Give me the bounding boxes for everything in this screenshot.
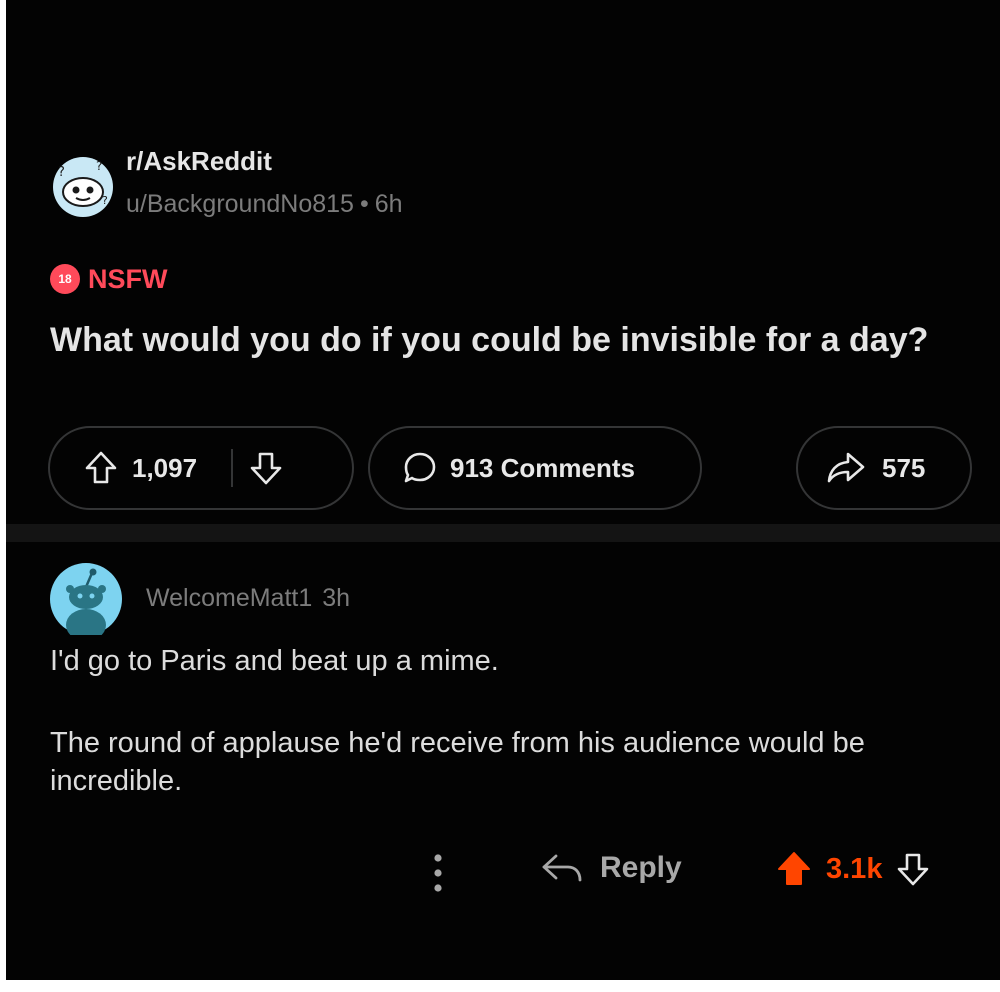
speech-bubble-icon [404,452,436,483]
comment-meta: WelcomeMatt1 3h [146,584,350,613]
snoo-avatar-icon[interactable] [50,563,122,635]
comment-author[interactable]: WelcomeMatt1 [146,584,312,612]
nsfw-tag: 18 NSFW [50,262,167,296]
arrow-down-outline-icon[interactable] [896,851,930,887]
nsfw-18-icon: 18 [50,264,80,294]
comment-body: I'd go to Paris and beat up a mime. The … [50,642,960,844]
post-author[interactable]: u/BackgroundNo815 [126,190,354,218]
svg-text:?: ? [102,194,108,207]
vote-divider [231,449,234,487]
comment-paragraph: I'd go to Paris and beat up a mime. [50,645,499,677]
comment-age: 3h [322,584,351,612]
meta-separator: • [359,190,369,218]
comment-score: 3.1k [826,852,883,885]
reply-label: Reply [600,851,682,884]
section-divider [6,524,1000,542]
vote-bar: 1,097 [48,426,354,510]
subreddit-name[interactable]: r/AskReddit [126,146,272,177]
svg-text:?: ? [58,165,65,180]
svg-text:?: ? [96,159,102,173]
askreddit-snoo-icon[interactable]: ? ? ? [52,156,114,218]
comments-button[interactable]: 913 Comments [368,426,702,510]
arrow-down-outline-icon[interactable] [249,450,283,486]
arrow-up-outline-icon[interactable] [84,450,118,486]
reply-arrow-icon [542,854,582,882]
upvote-count: 1,097 [132,452,198,483]
post-screen: ? ? ? r/AskReddit u/BackgroundNo815 • 6h 1… [6,0,1000,980]
comments-count: 913 Comments [450,452,635,483]
share-button[interactable]: 575 [796,426,972,510]
share-arrow-icon [827,452,865,483]
comment-paragraph: The round of applause he'd receive from … [50,727,865,797]
post-meta: u/BackgroundNo815 • 6h [126,190,403,219]
nsfw-label: NSFW [88,263,168,294]
comment-vote: 3.1k [776,850,930,888]
share-count: 575 [882,452,926,483]
post-title[interactable]: What would you do if you could be invisi… [50,318,970,362]
reply-button[interactable]: Reply [540,850,682,886]
arrow-up-filled-icon[interactable] [776,850,812,888]
vertical-dots-icon[interactable] [426,848,450,898]
post-age: 6h [374,190,403,218]
